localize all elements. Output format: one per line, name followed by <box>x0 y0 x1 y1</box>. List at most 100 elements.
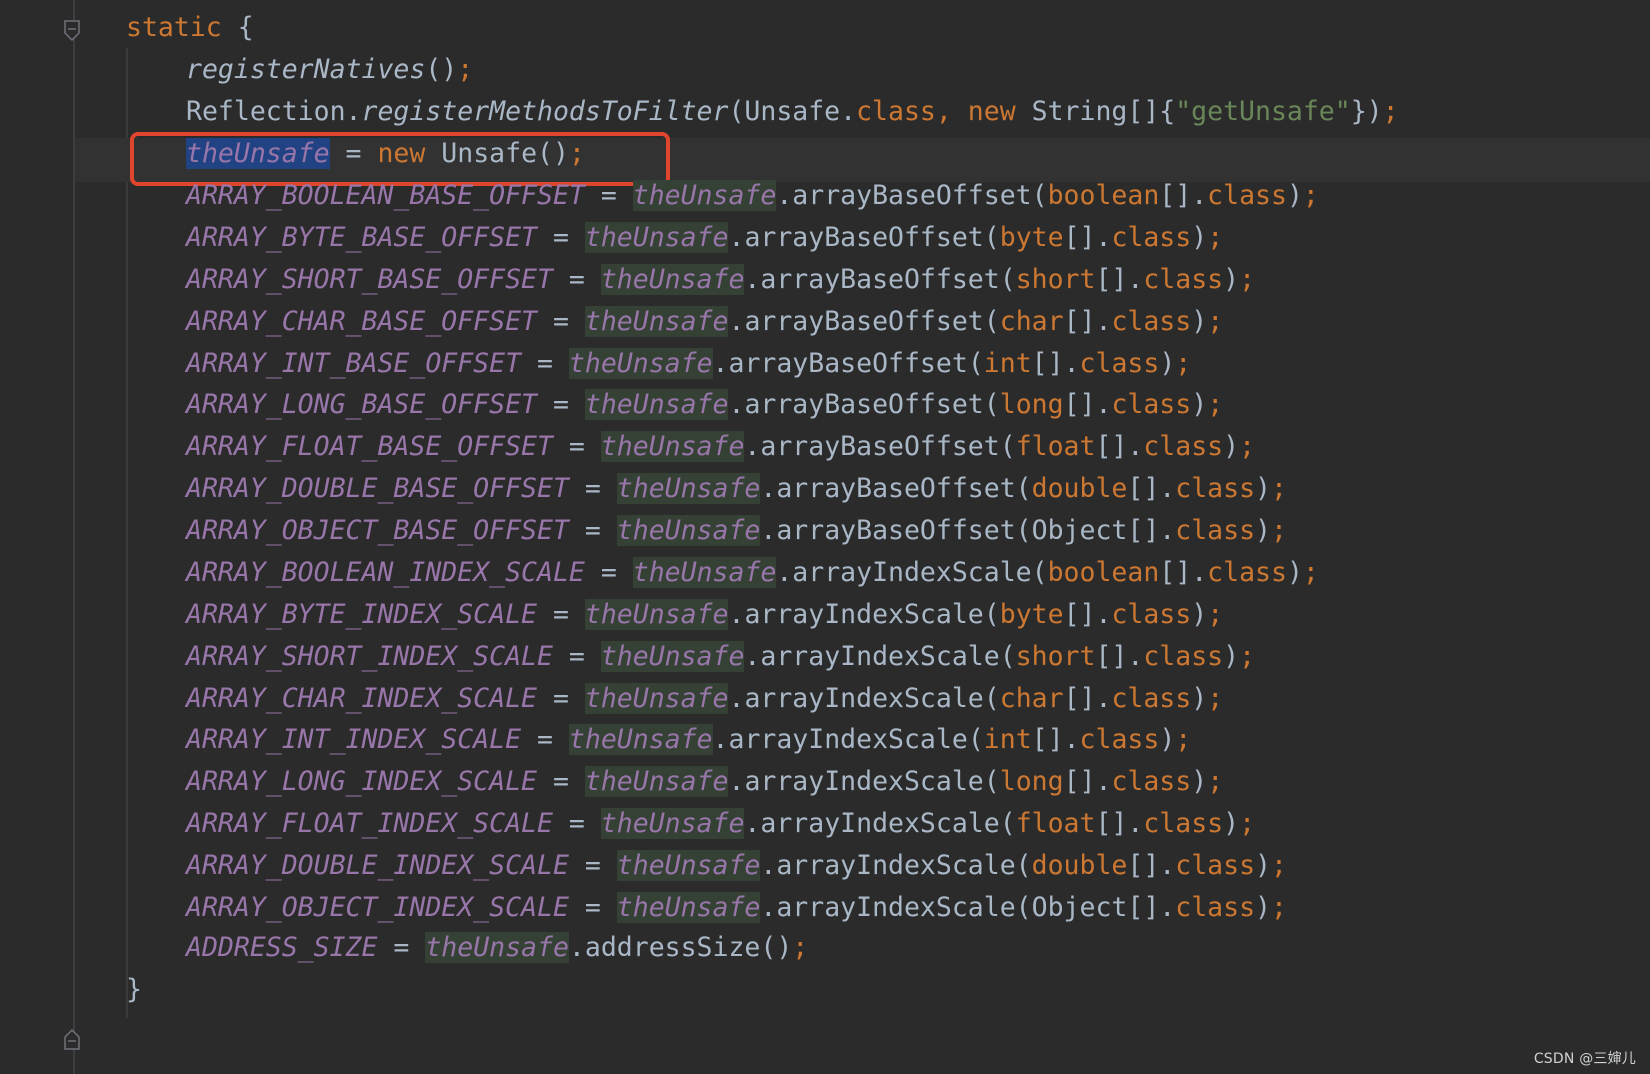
semicolon: ; <box>1207 682 1224 714</box>
receiver-the-unsafe: theUnsafe <box>600 640 745 672</box>
dot: . <box>744 263 761 295</box>
open-paren: ( <box>999 263 1016 295</box>
code-line-assignment[interactable]: ARRAY_BOOLEAN_BASE_OFFSET = theUnsafe.ar… <box>186 174 1319 218</box>
close-paren: ) <box>1159 347 1176 379</box>
array-suffix: []. <box>1063 682 1112 714</box>
array-element-type: float <box>1015 431 1096 463</box>
code-line-assignment[interactable]: ARRAY_LONG_BASE_OFFSET = theUnsafe.array… <box>186 383 1223 427</box>
method-name: arrayBaseOffset <box>760 263 1000 295</box>
class-keyword: class <box>1143 640 1224 672</box>
assign-operator: = <box>552 808 601 840</box>
method-name: registerNatives <box>186 54 426 85</box>
code-line-assignment[interactable]: ARRAY_SHORT_BASE_OFFSET = theUnsafe.arra… <box>186 258 1255 302</box>
class-keyword: class <box>1143 431 1224 463</box>
code-line-assignment[interactable]: ARRAY_BYTE_INDEX_SCALE = theUnsafe.array… <box>186 593 1223 637</box>
array-suffix: []. <box>1159 556 1208 588</box>
assign-operator: = <box>584 180 633 211</box>
code-line-assignment[interactable]: ARRAY_FLOAT_BASE_OFFSET = theUnsafe.arra… <box>186 425 1255 469</box>
array-suffix: []. <box>1095 431 1144 463</box>
code-line-assignment[interactable]: ARRAY_INT_INDEX_SCALE = theUnsafe.arrayI… <box>186 718 1191 762</box>
semicolon: ; <box>1271 515 1287 547</box>
array-element-type: byte <box>999 598 1064 630</box>
open-brace: { <box>221 12 254 43</box>
open-paren: ( <box>983 682 1000 714</box>
close-paren: ) <box>1223 808 1240 840</box>
code-line-assignment[interactable]: ARRAY_OBJECT_BASE_OFFSET = theUnsafe.arr… <box>186 509 1287 553</box>
code-line-assignment[interactable]: ARRAY_FLOAT_INDEX_SCALE = theUnsafe.arra… <box>186 802 1255 846</box>
class-keyword: class <box>1175 891 1256 923</box>
close-paren: ) <box>1255 850 1271 882</box>
code-line-assignment[interactable]: ARRAY_BYTE_BASE_OFFSET = theUnsafe.array… <box>186 216 1223 260</box>
method-name: arrayIndexScale <box>792 556 1032 588</box>
assign-operator: = <box>537 305 585 337</box>
receiver-the-unsafe: theUnsafe <box>600 808 745 840</box>
method-call: .addressSize() <box>568 932 793 963</box>
fold-end-icon[interactable] <box>64 1028 80 1050</box>
dot: . <box>712 724 729 756</box>
assign-operator: = <box>552 431 601 463</box>
dot: . <box>728 766 745 798</box>
fold-collapse-icon[interactable] <box>64 20 80 42</box>
code-line-assignment[interactable]: ARRAY_OBJECT_INDEX_SCALE = theUnsafe.arr… <box>186 886 1287 930</box>
code-line-reflection[interactable]: Reflection.registerMethodsToFilter(Unsaf… <box>186 90 1399 134</box>
close-paren: ) <box>1191 682 1208 714</box>
assign-operator: = <box>537 389 585 421</box>
semicolon: ; <box>457 54 474 85</box>
method-name: arrayIndexScale <box>776 850 1016 882</box>
array-suffix: []. <box>1063 221 1112 253</box>
code-line-assignment[interactable]: ARRAY_CHAR_BASE_OFFSET = theUnsafe.array… <box>186 300 1223 344</box>
code-line-static[interactable]: static { <box>126 6 254 50</box>
method-name: arrayBaseOffset <box>744 221 984 253</box>
method-name: arrayBaseOffset <box>792 180 1032 211</box>
static-field: ARRAY_CHAR_BASE_OFFSET <box>186 305 537 337</box>
array-suffix: []. <box>1063 598 1112 630</box>
receiver-the-unsafe: theUnsafe <box>425 932 569 963</box>
method-name: arrayIndexScale <box>744 598 984 630</box>
code-line-assignment[interactable]: ARRAY_CHAR_INDEX_SCALE = theUnsafe.array… <box>186 677 1223 721</box>
class-keyword: class <box>856 96 936 127</box>
receiver-the-unsafe: theUnsafe <box>616 891 761 923</box>
dot: . <box>728 305 745 337</box>
assign-operator: = <box>568 891 617 923</box>
array-element-type: short <box>1015 263 1096 295</box>
static-field: ARRAY_FLOAT_INDEX_SCALE <box>186 808 553 840</box>
method-name: arrayBaseOffset <box>776 473 1016 505</box>
dot: . <box>728 598 745 630</box>
class-keyword: class <box>1079 347 1160 379</box>
code-line-assignment[interactable]: ARRAY_BOOLEAN_INDEX_SCALE = theUnsafe.ar… <box>186 551 1319 595</box>
code-line-register-natives[interactable]: registerNatives(); <box>186 48 473 92</box>
watermark: CSDN @三婶儿 <box>1533 1051 1636 1067</box>
method-name: arrayBaseOffset <box>760 431 1000 463</box>
method-name: arrayIndexScale <box>728 724 968 756</box>
code-editor[interactable]: static { registerNatives(); Reflection.r… <box>0 0 1650 1074</box>
close-paren: ) <box>1255 515 1271 547</box>
array-element-type: long <box>999 766 1064 798</box>
semicolon: ; <box>1239 640 1256 672</box>
code-line-assignment[interactable]: ARRAY_LONG_INDEX_SCALE = theUnsafe.array… <box>186 760 1223 804</box>
receiver-the-unsafe: theUnsafe <box>616 515 761 547</box>
dot: . <box>760 850 777 882</box>
semicolon: ; <box>1207 305 1224 337</box>
code-line-close-brace[interactable]: } <box>126 968 142 1012</box>
dot: . <box>760 891 777 923</box>
receiver-the-unsafe: theUnsafe <box>600 431 745 463</box>
close-paren: ) <box>1223 431 1240 463</box>
array-element-type: int <box>983 347 1032 379</box>
open-paren: ( <box>999 431 1016 463</box>
dot: . <box>728 389 745 421</box>
dot: . <box>760 515 777 547</box>
receiver-the-unsafe: theUnsafe <box>600 263 745 295</box>
assign-operator: = <box>568 473 617 505</box>
semicolon: ; <box>1175 724 1192 756</box>
dot: . <box>744 808 761 840</box>
code-line-assignment[interactable]: ARRAY_SHORT_INDEX_SCALE = theUnsafe.arra… <box>186 635 1255 679</box>
comma: , <box>935 96 968 127</box>
receiver-the-unsafe: theUnsafe <box>584 389 729 421</box>
array-suffix: []. <box>1127 473 1176 505</box>
code-line-assignment[interactable]: ARRAY_DOUBLE_INDEX_SCALE = theUnsafe.arr… <box>186 844 1287 888</box>
code-line-assignment[interactable]: ARRAY_DOUBLE_BASE_OFFSET = theUnsafe.arr… <box>186 467 1287 511</box>
semicolon: ; <box>1239 808 1256 840</box>
string-literal: "getUnsafe" <box>1175 96 1351 127</box>
code-line-address-size[interactable]: ADDRESS_SIZE = theUnsafe.addressSize(); <box>186 926 808 970</box>
code-line-assignment[interactable]: ARRAY_INT_BASE_OFFSET = theUnsafe.arrayB… <box>186 342 1191 386</box>
